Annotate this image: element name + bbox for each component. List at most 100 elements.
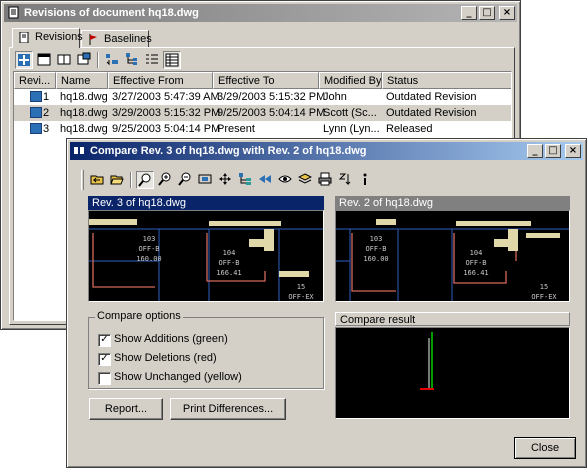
minimize-button[interactable]: _ xyxy=(527,144,543,158)
show-deletions-checkbox[interactable]: ✓ xyxy=(98,353,111,366)
zoom-window-button[interactable] xyxy=(196,171,214,189)
previous-view-button[interactable] xyxy=(256,171,274,189)
room-label: OFF-EX xyxy=(288,293,314,301)
compare-window: Compare Rev. 3 of hq18.dwg with Rev. 2 o… xyxy=(66,138,587,468)
list-tool-button[interactable] xyxy=(143,51,161,69)
left-drawing-view[interactable]: 103 OFF-B 160.00 104 OFF-B 166.41 15 OFF… xyxy=(88,210,324,302)
cell-modified-by: Scott (Sc... xyxy=(323,107,377,119)
cell-revision: 3 xyxy=(43,123,50,135)
zoom-in-button[interactable] xyxy=(156,171,174,189)
minimize-button[interactable]: _ xyxy=(461,6,477,20)
show-unchanged-checkbox[interactable] xyxy=(98,372,111,385)
show-deletions-label[interactable]: Show Deletions (red) xyxy=(114,352,217,364)
info-button[interactable] xyxy=(356,171,374,189)
calendar-tool-button[interactable] xyxy=(35,51,53,69)
col-header-modified-by[interactable]: Modified By xyxy=(319,72,382,89)
pan-tool-button[interactable] xyxy=(136,171,154,189)
room-label: 160.00 xyxy=(363,255,388,263)
compare-options-legend: Compare options xyxy=(95,310,183,322)
show-additions-label[interactable]: Show Additions (green) xyxy=(114,333,228,345)
print-button[interactable] xyxy=(316,171,334,189)
sort-asc-tool-button[interactable] xyxy=(103,51,121,69)
cell-status: Released xyxy=(386,123,433,135)
cell-effective-to: 3/29/2003 5:15:32 PM xyxy=(217,91,326,103)
printer-icon xyxy=(318,172,332,186)
open-folder-button[interactable] xyxy=(108,171,126,189)
right-pane-header: Rev. 2 of hq18.dwg xyxy=(335,196,570,210)
revisions-title-text: Revisions of document hq18.dwg xyxy=(24,7,199,19)
room-label: 103 xyxy=(370,235,383,243)
close-dialog-button[interactable]: Close xyxy=(514,437,576,459)
close-button[interactable]: × xyxy=(565,144,581,158)
document-icon xyxy=(8,6,19,19)
eye-icon xyxy=(278,175,292,183)
cell-name: hq18.dwg xyxy=(60,91,108,103)
cell-revision: 1 xyxy=(43,91,50,103)
select-tool-button[interactable] xyxy=(15,51,33,69)
book-tool-button[interactable] xyxy=(55,51,73,69)
zoom-out-icon xyxy=(178,172,191,186)
room-label: 15 xyxy=(297,283,305,291)
book-icon xyxy=(57,54,71,65)
view-button[interactable] xyxy=(276,171,294,189)
room-label: 15 xyxy=(540,283,548,291)
tab-baselines[interactable]: Baselines xyxy=(81,30,152,48)
col-header-name[interactable]: Name xyxy=(56,72,108,89)
properties-icon xyxy=(77,52,91,65)
room-label: 160.00 xyxy=(136,255,161,263)
right-drawing-view[interactable]: 103 OFF-B 160.00 104 OFF-B 166.41 15 OFF… xyxy=(335,210,570,302)
close-button[interactable]: × xyxy=(499,6,515,20)
cell-name: hq18.dwg xyxy=(60,123,108,135)
compare-title-bar[interactable]: Compare Rev. 3 of hq18.dwg with Rev. 2 o… xyxy=(70,142,583,160)
flag-icon xyxy=(89,34,97,45)
toolbar-separator xyxy=(130,172,132,188)
cell-effective-from: 9/25/2003 5:04:14 PM xyxy=(112,123,221,135)
tab-revisions[interactable]: Revisions xyxy=(12,28,83,48)
show-additions-checkbox[interactable]: ✓ xyxy=(98,334,111,347)
toolbar-grip xyxy=(81,170,84,190)
extents-button[interactable] xyxy=(236,171,254,189)
tree-icon xyxy=(126,53,137,65)
properties-tool-button[interactable] xyxy=(75,51,93,69)
zoom-in-icon xyxy=(158,172,171,186)
sort-icon xyxy=(106,54,118,66)
cell-modified-by: Lynn (Lyn... xyxy=(323,123,380,135)
cell-name: hq18.dwg xyxy=(60,107,108,119)
folder-back-icon xyxy=(90,175,104,185)
tab-baselines-label: Baselines xyxy=(104,33,152,45)
revisions-title-bar[interactable]: Revisions of document hq18.dwg _ □ × xyxy=(4,4,517,22)
info-icon xyxy=(363,173,367,185)
layers-button[interactable] xyxy=(296,171,314,189)
room-label: 166.41 xyxy=(463,269,488,277)
cell-status: Outdated Revision xyxy=(386,107,477,119)
toolbar-separator xyxy=(97,52,99,68)
report-button[interactable]: Report... xyxy=(89,398,163,420)
compare-result-view[interactable] xyxy=(335,327,570,419)
maximize-button[interactable]: □ xyxy=(545,144,561,158)
show-unchanged-label[interactable]: Show Unchanged (yellow) xyxy=(114,371,242,383)
folder-open-icon xyxy=(110,175,124,185)
revision-file-icon xyxy=(30,107,42,118)
print-differences-button[interactable]: Print Differences... xyxy=(170,398,286,420)
pan-move-button[interactable] xyxy=(216,171,234,189)
cell-effective-to: 9/25/2003 5:04:14 PM xyxy=(217,107,326,119)
details-tool-button[interactable] xyxy=(163,51,181,69)
table-row[interactable]: 2 hq18.dwg 3/29/2003 5:15:32 PM 9/25/200… xyxy=(14,105,511,121)
col-header-effective-from[interactable]: Effective From xyxy=(108,72,213,89)
col-header-revision[interactable]: Revi... xyxy=(14,72,56,89)
back-folder-button[interactable] xyxy=(88,171,106,189)
sort-button[interactable] xyxy=(336,171,354,189)
room-label: OFF-B xyxy=(365,245,386,253)
tree-extents-icon xyxy=(239,173,251,185)
cell-status: Outdated Revision xyxy=(386,91,477,103)
tree-tool-button[interactable] xyxy=(123,51,141,69)
zoom-out-button[interactable] xyxy=(176,171,194,189)
maximize-button[interactable]: □ xyxy=(479,6,495,20)
col-header-status[interactable]: Status xyxy=(382,72,511,89)
table-row[interactable]: 1 hq18.dwg 3/27/2003 5:47:39 AM 3/29/200… xyxy=(14,89,511,105)
col-header-effective-to[interactable]: Effective To xyxy=(213,72,319,89)
table-row[interactable]: 3 hq18.dwg 9/25/2003 5:04:14 PM Present … xyxy=(14,121,511,137)
revision-file-icon xyxy=(30,91,42,102)
calendar-icon xyxy=(37,53,51,66)
floor-plan-rev3: 103 OFF-B 160.00 104 OFF-B 166.41 15 OFF… xyxy=(89,219,323,301)
